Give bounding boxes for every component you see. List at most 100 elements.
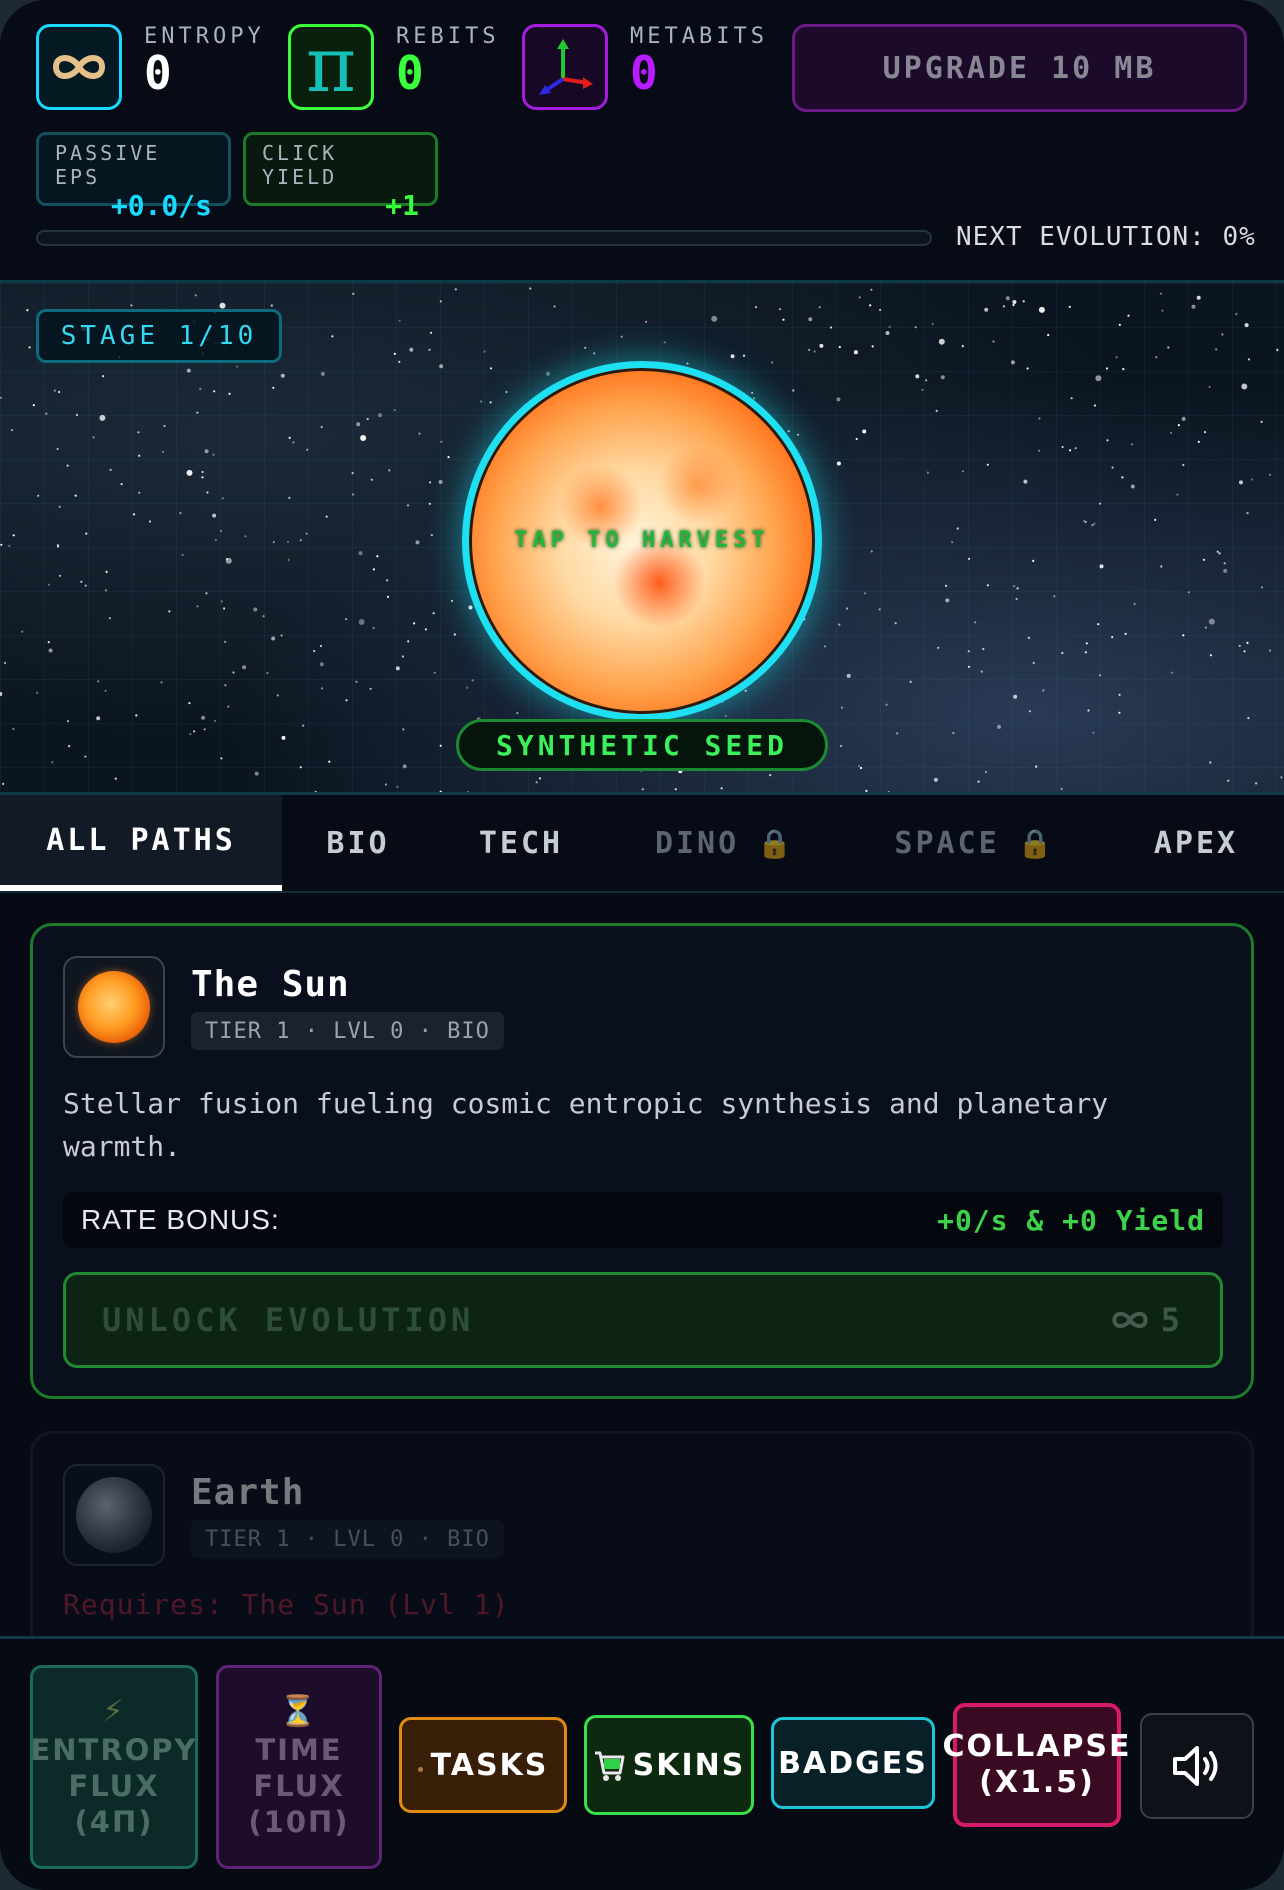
star <box>53 389 56 392</box>
star <box>345 699 348 702</box>
star <box>1191 304 1196 309</box>
upgrade-button[interactable]: UPGRADE 10 MB <box>792 24 1247 112</box>
star <box>320 371 325 376</box>
star <box>288 436 291 439</box>
star <box>984 770 988 774</box>
star <box>824 645 827 648</box>
star <box>1084 520 1087 524</box>
tasks-button[interactable]: TASKS <box>399 1717 567 1813</box>
star <box>1035 765 1038 768</box>
star <box>370 478 373 481</box>
star <box>952 731 955 735</box>
tab-apex[interactable]: APEX <box>1140 795 1252 891</box>
star <box>58 505 61 508</box>
star <box>887 791 890 792</box>
star <box>1012 300 1017 304</box>
star <box>447 456 450 459</box>
star <box>846 607 849 610</box>
star <box>483 350 486 353</box>
lock-icon: 🔒 <box>757 826 796 860</box>
star <box>885 331 890 335</box>
tab-tech[interactable]: TECH <box>456 795 586 891</box>
star <box>439 744 442 747</box>
star <box>221 497 224 500</box>
tab-bio[interactable]: BIO <box>300 795 416 891</box>
tab-all-paths[interactable]: ALL PATHS <box>0 795 282 891</box>
star <box>395 666 400 671</box>
badges-button[interactable]: BADGES <box>771 1717 935 1809</box>
star <box>219 529 223 533</box>
star <box>186 469 193 476</box>
time-flux-button[interactable]: ⏳ TIME FLUX (10Π) <box>216 1665 382 1869</box>
star <box>878 608 881 611</box>
sound-toggle-button[interactable] <box>1140 1713 1254 1819</box>
unlock-evolution-label: UNLOCK EVOLUTION <box>102 1301 475 1339</box>
star <box>424 628 427 631</box>
star <box>986 584 990 587</box>
star <box>645 320 648 323</box>
star <box>1074 447 1077 450</box>
tab-label: BIO <box>326 825 390 861</box>
star <box>1010 360 1015 365</box>
star <box>56 447 59 451</box>
star <box>288 496 291 499</box>
harvest-orb[interactable]: TAP TO HARVEST <box>462 361 822 721</box>
star <box>977 780 980 783</box>
star <box>1087 709 1090 712</box>
collapse-button[interactable]: COLLAPSE (X1.5) <box>942 1703 1130 1827</box>
unlock-evolution-button[interactable]: UNLOCK EVOLUTION 5 <box>63 1272 1223 1368</box>
star <box>47 641 50 644</box>
star <box>968 557 971 560</box>
card-title: The Sun <box>191 964 350 1005</box>
star <box>97 680 100 683</box>
star <box>489 367 493 370</box>
star <box>855 437 858 441</box>
star <box>0 543 3 546</box>
star <box>1216 550 1219 553</box>
skins-button[interactable]: SKINS <box>584 1715 754 1815</box>
star <box>1115 356 1118 359</box>
tab-label: DINO <box>654 825 740 861</box>
star <box>466 791 469 792</box>
star <box>1161 309 1164 312</box>
star <box>984 307 989 312</box>
star <box>104 589 108 592</box>
star <box>48 648 53 653</box>
star <box>406 504 410 507</box>
star <box>641 788 644 791</box>
tab-dino[interactable]: DINO 🔒 <box>640 795 810 891</box>
star <box>1215 348 1218 351</box>
star <box>1118 693 1121 696</box>
entropy-flux-button[interactable]: ⚡ ENTROPY FLUX (4Π) <box>30 1665 198 1869</box>
star <box>489 401 492 404</box>
star <box>454 288 457 291</box>
star <box>871 345 874 348</box>
star <box>366 417 369 421</box>
star <box>160 681 163 684</box>
star <box>846 673 851 678</box>
star <box>37 494 40 497</box>
star <box>369 687 372 690</box>
star <box>862 429 867 434</box>
star <box>109 468 112 471</box>
axes-icon <box>539 39 593 95</box>
star <box>1111 466 1114 469</box>
star <box>114 777 117 780</box>
passive-eps-box: PASSIVE EPS +0.0/s <box>36 132 231 222</box>
star <box>439 364 444 369</box>
star <box>102 375 105 378</box>
star <box>305 532 308 535</box>
star <box>1251 478 1254 481</box>
tab-space[interactable]: SPACE 🔒 <box>880 795 1070 891</box>
star <box>84 755 87 758</box>
star <box>2 782 5 785</box>
star <box>1247 358 1251 361</box>
star <box>1176 493 1179 496</box>
star <box>711 315 718 322</box>
entropy-icon-box <box>36 24 122 110</box>
star <box>430 331 433 334</box>
star <box>92 436 95 439</box>
star <box>386 595 390 598</box>
star <box>104 689 107 692</box>
star <box>1015 597 1018 601</box>
